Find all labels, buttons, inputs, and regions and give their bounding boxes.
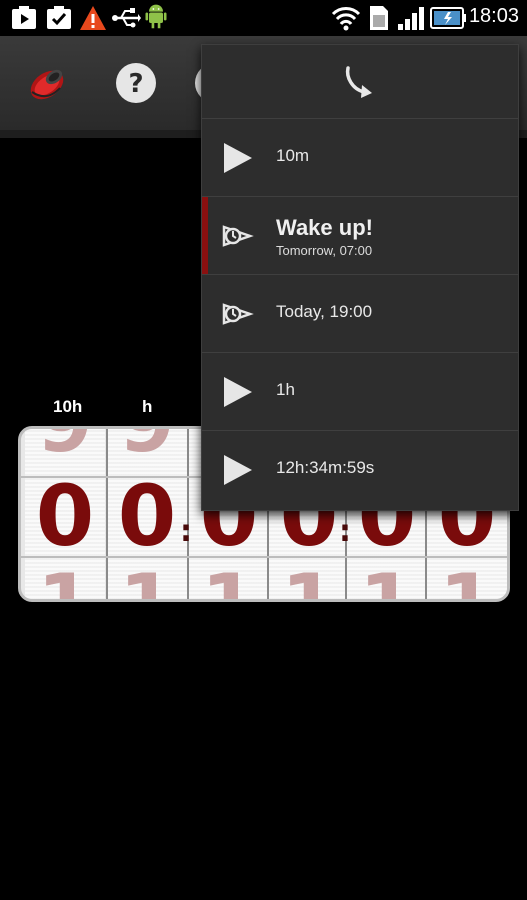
alarm-clock-icon — [222, 225, 254, 247]
play-icon — [224, 143, 252, 173]
menu-item-alarm-today[interactable]: Today, 19:00 — [202, 274, 518, 353]
reel-digit: 0 — [35, 467, 95, 565]
signal-icon — [398, 7, 424, 30]
play-icon — [224, 455, 252, 485]
reel-ghost-below: 1 — [25, 557, 105, 599]
wifi-icon — [331, 7, 361, 31]
reel-ghost-above: 9 — [107, 429, 187, 470]
menu-item-alarm-wake-up[interactable]: Wake up! Tomorrow, 07:00 — [202, 196, 518, 275]
colon-separator: : — [339, 514, 351, 549]
download-complete-icon — [47, 6, 71, 29]
reel-hours-tens[interactable]: 9 0 1 — [25, 429, 105, 599]
colon-separator: : — [180, 514, 192, 549]
menu-item-preset-1h[interactable]: 1h — [202, 352, 518, 431]
battery-icon — [430, 7, 466, 29]
menu-item-preset-12h34m59s[interactable]: 12h:34m:59s — [202, 430, 518, 509]
menu-item-label: Today, 19:00 — [276, 302, 373, 321]
menu-item-label: 10m — [276, 146, 310, 165]
alarm-subtitle: Tomorrow, 07:00 — [276, 243, 373, 258]
call-return-icon[interactable] — [342, 65, 376, 99]
reel-ghost-above: 9 — [25, 429, 105, 470]
menu-item-label: 1h — [276, 380, 295, 399]
play-icon — [224, 377, 252, 407]
reel-bottom-line — [21, 556, 507, 558]
reel-ghost-below: 1 — [347, 557, 427, 599]
reel-ghost-below: 1 — [427, 557, 507, 599]
alarm-title: Wake up! — [276, 215, 373, 240]
warning-icon — [80, 6, 106, 30]
help-icon[interactable]: ? — [111, 58, 161, 108]
status-time: 18:03 — [468, 5, 519, 27]
alarm-sound-icon[interactable] — [22, 58, 72, 108]
usb-icon — [112, 8, 141, 28]
menu-item-preset-10m[interactable]: 10m — [202, 118, 518, 197]
reel-divider — [106, 429, 108, 599]
reel-ghost-below: 1 — [189, 557, 269, 599]
media-notification-icon — [12, 6, 36, 29]
dial-label-h: h — [142, 397, 153, 416]
menu-header[interactable] — [202, 45, 518, 118]
dial-label-10h: 10h — [53, 397, 83, 416]
timer-presets-menu: 10m Wake up! Tomorrow, 07:00 Today, 19:0… — [201, 44, 519, 511]
status-bar: 18:03 — [0, 0, 527, 36]
reel-ghost-below: 1 — [269, 557, 349, 599]
reel-digit: 0 — [117, 467, 177, 565]
menu-item-label: 12h:34m:59s — [276, 458, 375, 477]
android-debug-icon — [145, 4, 167, 29]
reel-ghost-below: 1 — [107, 557, 187, 599]
alarm-clock-icon — [222, 303, 254, 325]
svg-text:?: ? — [128, 69, 143, 99]
reel-hours-units[interactable]: 9 0 1 — [107, 429, 187, 599]
sim-icon — [370, 6, 388, 30]
